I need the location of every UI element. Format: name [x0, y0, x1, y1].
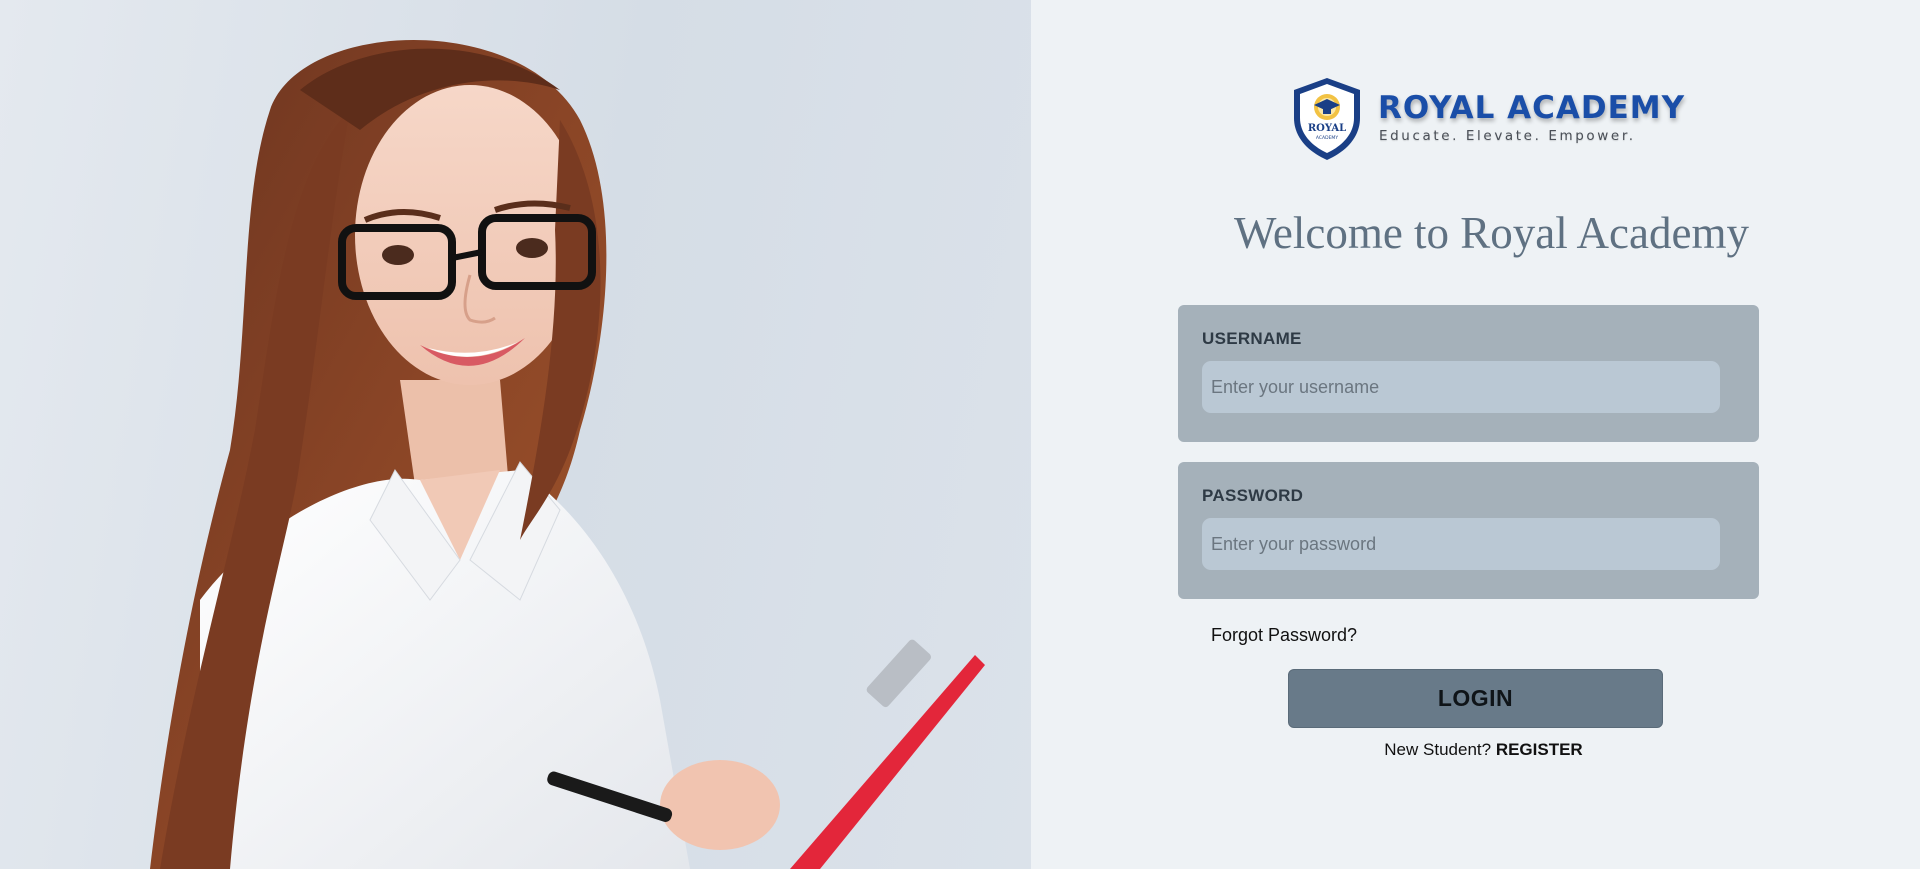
- student-photo-icon: [150, 40, 985, 869]
- brand-name: ROYAL ACADEMY: [1378, 90, 1686, 126]
- username-label: USERNAME: [1202, 329, 1302, 348]
- login-panel: ROYAL ACADEMY ROYAL ACADEMY Educate. Ele…: [1031, 0, 1920, 869]
- forgot-password-link[interactable]: Forgot Password?: [1211, 625, 1357, 646]
- username-card: USERNAME: [1178, 305, 1759, 442]
- password-label: PASSWORD: [1202, 486, 1304, 505]
- shield-crest-icon: ROYAL ACADEMY: [1294, 78, 1360, 160]
- register-prompt: New Student?: [1384, 740, 1492, 759]
- login-page: ROYAL ACADEMY ROYAL ACADEMY Educate. Ele…: [0, 0, 1920, 869]
- svg-text:ACADEMY: ACADEMY: [1316, 135, 1338, 141]
- register-link[interactable]: REGISTER: [1496, 740, 1583, 759]
- svg-text:ROYAL: ROYAL: [1308, 123, 1346, 134]
- brand-tagline: Educate. Elevate. Empower.: [1379, 128, 1636, 144]
- password-input[interactable]: [1202, 518, 1720, 570]
- password-card: PASSWORD: [1178, 462, 1759, 599]
- brand-logo: ROYAL ACADEMY ROYAL ACADEMY Educate. Ele…: [1290, 76, 1685, 162]
- welcome-heading: Welcome to Royal Academy: [1234, 208, 1749, 258]
- hero-image: [0, 0, 1031, 869]
- login-button[interactable]: LOGIN: [1288, 669, 1663, 728]
- username-input[interactable]: [1202, 361, 1720, 413]
- register-line: New Student? REGISTER: [1031, 740, 1920, 760]
